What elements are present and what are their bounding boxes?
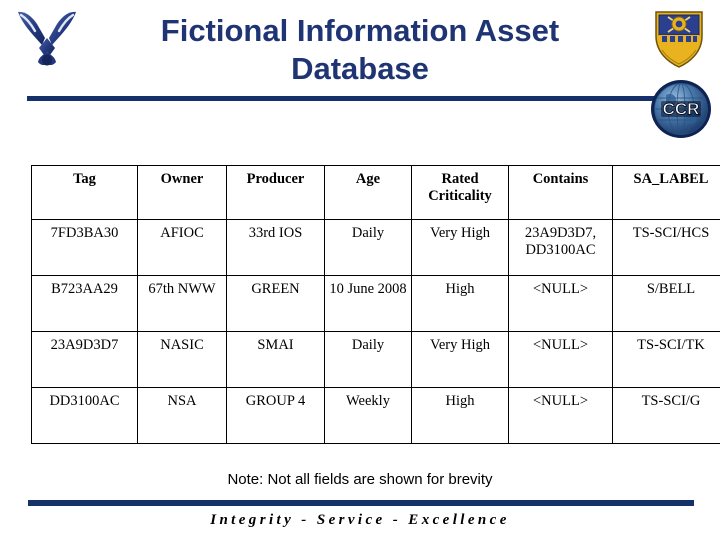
column-header-producer[interactable]: Producer — [226, 165, 325, 220]
cell-owner: AFIOC — [137, 219, 227, 276]
column-header-contains[interactable]: Contains — [508, 165, 613, 220]
page-title-line-2: Database — [291, 51, 429, 86]
cell-tag: 23A9D3D7 — [31, 331, 138, 388]
table-row: 23A9D3D7 NASIC SMAI Daily Very High <NUL… — [31, 331, 720, 388]
column-header-tag[interactable]: Tag — [31, 165, 138, 220]
cell-sa-label: TS-SCI/G — [612, 387, 720, 444]
cell-owner: NSA — [137, 387, 227, 444]
cell-rated-criticality: Very High — [411, 331, 509, 388]
unit-shield-logo — [648, 6, 710, 72]
header-divider-rule — [27, 96, 655, 101]
ccr-globe-logo: CCR — [650, 78, 712, 140]
footer-divider-rule — [28, 500, 694, 506]
cell-owner: 67th NWW — [137, 275, 227, 332]
column-header-age[interactable]: Age — [324, 165, 412, 220]
table-row: DD3100AC NSA GROUP 4 Weekly High <NULL> … — [31, 387, 720, 444]
cell-producer: 33rd IOS — [226, 219, 325, 276]
cell-producer: SMAI — [226, 331, 325, 388]
cell-tag: B723AA29 — [31, 275, 138, 332]
cell-tag: 7FD3BA30 — [31, 219, 138, 276]
column-header-owner[interactable]: Owner — [137, 165, 227, 220]
cell-sa-label: TS-SCI/HCS — [612, 219, 720, 276]
cell-sa-label: TS-SCI/TK — [612, 331, 720, 388]
page-title: Fictional Information Asset Database — [100, 12, 620, 88]
cell-tag: DD3100AC — [31, 387, 138, 444]
ccr-globe-logo-text: CCR — [663, 100, 700, 119]
table-row: B723AA29 67th NWW GREEN 10 June 2008 Hig… — [31, 275, 720, 332]
cell-sa-label: S/BELL — [612, 275, 720, 332]
cell-contains: <NULL> — [508, 387, 613, 444]
column-header-sa-label[interactable]: SA_LABEL — [612, 165, 720, 220]
cell-age: Weekly — [324, 387, 412, 444]
cell-age: 10 June 2008 — [324, 275, 412, 332]
cell-age: Daily — [324, 331, 412, 388]
cell-producer: GROUP 4 — [226, 387, 325, 444]
usaf-wings-logo — [12, 8, 82, 70]
cell-contains: 23A9D3D7, DD3100AC — [508, 219, 613, 276]
table-row: 7FD3BA30 AFIOC 33rd IOS Daily Very High … — [31, 219, 720, 276]
page-title-line-1: Fictional Information Asset — [160, 13, 560, 48]
cell-rated-criticality: Very High — [411, 219, 509, 276]
cell-producer: GREEN — [226, 275, 325, 332]
information-asset-table: Tag Owner Producer Age Rated Criticality… — [31, 165, 720, 444]
footer-tagline: Integrity - Service - Excellence — [210, 512, 510, 528]
cell-rated-criticality: High — [411, 387, 509, 444]
cell-age: Daily — [324, 219, 412, 276]
cell-owner: NASIC — [137, 331, 227, 388]
slide-header: Fictional Information Asset Database CCR — [0, 0, 720, 138]
column-header-rated-criticality[interactable]: Rated Criticality — [411, 165, 509, 220]
cell-rated-criticality: High — [411, 275, 509, 332]
brevity-note: Note: Not all fields are shown for brevi… — [227, 471, 493, 488]
cell-contains: <NULL> — [508, 275, 613, 332]
table-header-row: Tag Owner Producer Age Rated Criticality… — [31, 165, 720, 220]
cell-contains: <NULL> — [508, 331, 613, 388]
